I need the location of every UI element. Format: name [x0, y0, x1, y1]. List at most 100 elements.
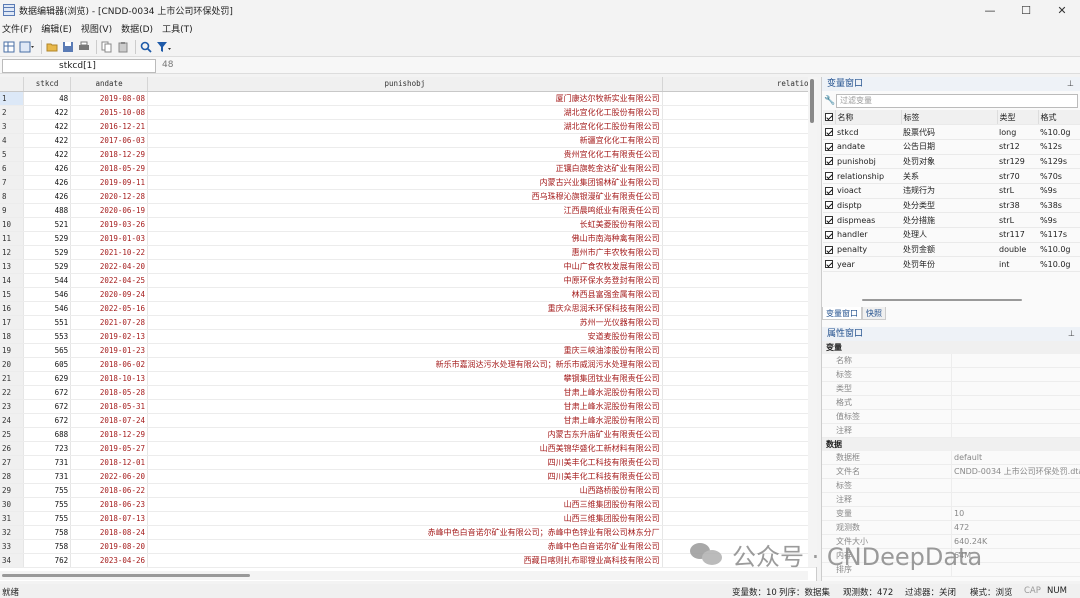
- variables-manager-icon[interactable]: [18, 40, 36, 54]
- data-cell[interactable]: 2016-12-21: [70, 119, 148, 134]
- data-cell[interactable]: 山西三维集团股份有限公司: [147, 497, 663, 512]
- data-cell[interactable]: 佛山市南海种禽有限公司: [147, 231, 663, 246]
- row-number[interactable]: 29: [0, 483, 25, 498]
- data-cell[interactable]: 2018-08-24: [70, 525, 148, 540]
- data-cell[interactable]: 2018-12-01: [70, 455, 148, 470]
- row-number[interactable]: 5: [0, 147, 25, 162]
- row-number[interactable]: 32: [0, 525, 25, 540]
- data-cell[interactable]: 四川美丰化工科技有限责任公司: [147, 469, 663, 484]
- current-cell-reference[interactable]: stkcd[1]: [2, 59, 156, 73]
- data-cell[interactable]: 内蒙古兴业集团锡林矿业有限公司: [147, 175, 663, 190]
- row-number[interactable]: 21: [0, 371, 25, 386]
- data-cell[interactable]: 2021-10-22: [70, 245, 148, 260]
- data-cell[interactable]: [662, 217, 816, 232]
- data-cell[interactable]: 江西晨鸣纸业有限责任公司: [147, 203, 663, 218]
- data-cell[interactable]: 四川美丰化工科技有限责任公司: [147, 455, 663, 470]
- column-header[interactable]: andate: [70, 77, 148, 92]
- variables-column-header[interactable]: 类型: [997, 110, 1039, 126]
- data-cell[interactable]: 正镶白旗乾金达矿业有限公司: [147, 161, 663, 176]
- data-cell[interactable]: 426: [23, 189, 72, 204]
- variable-checkbox[interactable]: [823, 212, 835, 228]
- data-cell[interactable]: 422: [23, 105, 72, 120]
- table-row[interactable]: 1 48 2019-08-08 厦门康达尔牧新实业有限公司: [0, 91, 816, 106]
- data-cell[interactable]: 688: [23, 427, 72, 442]
- variable-row[interactable]: andate 公告日期 str12 %12s: [823, 139, 1080, 155]
- data-cell[interactable]: [662, 119, 816, 134]
- row-number[interactable]: 6: [0, 161, 25, 176]
- grid-view-icon[interactable]: [2, 40, 16, 54]
- data-cell[interactable]: 重庆众思润禾环保科技有限公司: [147, 301, 663, 316]
- data-cell[interactable]: 厦门康达尔牧新实业有限公司: [147, 91, 663, 106]
- property-row[interactable]: 格式: [822, 396, 1080, 410]
- data-cell[interactable]: 新疆宜化化工有限公司: [147, 133, 663, 148]
- data-cell[interactable]: 林西县富强金属有限公司: [147, 287, 663, 302]
- property-row[interactable]: 类型: [822, 382, 1080, 396]
- data-cell[interactable]: 2022-04-20: [70, 259, 148, 274]
- row-number[interactable]: 17: [0, 315, 25, 330]
- table-row[interactable]: 19 565 2019-01-23 重庆三峡油漆股份有限公司: [0, 343, 816, 358]
- data-cell[interactable]: 2015-10-08: [70, 105, 148, 120]
- table-row[interactable]: 31 755 2018-07-13 山西三维集团股份有限公司: [0, 511, 816, 526]
- table-row[interactable]: 21 629 2018-10-13 攀钢集团钛业有限责任公司: [0, 371, 816, 386]
- data-cell[interactable]: 湖北宜化化工股份有限公司: [147, 105, 663, 120]
- data-cell[interactable]: 565: [23, 343, 72, 358]
- select-all-checkbox[interactable]: [823, 110, 836, 126]
- data-cell[interactable]: [662, 147, 816, 162]
- table-row[interactable]: 34 762 2023-04-26 西藏日喀则扎布耶锂业高科技有限公司: [0, 553, 816, 568]
- variable-checkbox[interactable]: [823, 124, 835, 140]
- table-row[interactable]: 28 731 2022-06-20 四川美丰化工科技有限责任公司: [0, 469, 816, 484]
- data-cell[interactable]: 内蒙古东升庙矿业有限责任公司: [147, 427, 663, 442]
- table-row[interactable]: 25 688 2018-12-29 内蒙古东升庙矿业有限责任公司: [0, 427, 816, 442]
- menu-view[interactable]: 视图(V): [79, 22, 119, 35]
- data-cell[interactable]: [662, 455, 816, 470]
- data-cell[interactable]: 2021-07-28: [70, 315, 148, 330]
- row-number[interactable]: 8: [0, 189, 25, 204]
- data-cell[interactable]: 2022-04-25: [70, 273, 148, 288]
- table-row[interactable]: 22 672 2018-05-28 甘肃上峰水泥股份有限公司: [0, 385, 816, 400]
- data-cell[interactable]: 2018-06-02: [70, 357, 148, 372]
- data-cell[interactable]: [662, 189, 816, 204]
- data-cell[interactable]: 2019-09-11: [70, 175, 148, 190]
- data-cell[interactable]: 755: [23, 483, 72, 498]
- data-cell[interactable]: 629: [23, 371, 72, 386]
- data-cell[interactable]: 2023-04-26: [70, 553, 148, 568]
- corner-cell[interactable]: [0, 77, 25, 92]
- tab-variables[interactable]: 变量窗口: [822, 307, 862, 320]
- data-cell[interactable]: [662, 399, 816, 414]
- data-cell[interactable]: 2018-12-29: [70, 147, 148, 162]
- data-cell[interactable]: 426: [23, 175, 72, 190]
- row-number[interactable]: 14: [0, 273, 25, 288]
- variable-row[interactable]: disptp 处分类型 str38 %38s: [823, 198, 1080, 214]
- table-row[interactable]: 7 426 2019-09-11 内蒙古兴业集团锡林矿业有限公司: [0, 175, 816, 190]
- data-cell[interactable]: 2018-06-23: [70, 497, 148, 512]
- variable-row[interactable]: dispmeas 处分措施 strL %9s: [823, 212, 1080, 228]
- data-cell[interactable]: 755: [23, 497, 72, 512]
- row-number[interactable]: 33: [0, 539, 25, 554]
- data-cell[interactable]: 西乌珠穆沁旗银漫矿业有限责任公司: [147, 189, 663, 204]
- row-number[interactable]: 12: [0, 245, 25, 260]
- row-number[interactable]: 15: [0, 287, 25, 302]
- data-cell[interactable]: [662, 287, 816, 302]
- data-cell[interactable]: [662, 525, 816, 540]
- data-cell[interactable]: [662, 497, 816, 512]
- table-row[interactable]: 29 755 2018-06-22 山西路桥股份有限公司: [0, 483, 816, 498]
- data-cell[interactable]: 甘肃上峰水泥股份有限公司: [147, 399, 663, 414]
- data-cell[interactable]: 赤峰中色白音诺尔矿业有限公司；赤峰中色锌业有限公司林东分厂: [147, 525, 663, 540]
- data-cell[interactable]: 488: [23, 203, 72, 218]
- table-row[interactable]: 5 422 2018-12-29 贵州宜化化工有限责任公司: [0, 147, 816, 162]
- variable-checkbox[interactable]: [823, 242, 835, 258]
- property-row[interactable]: 变量 10: [822, 507, 1080, 521]
- scroll-thumb[interactable]: [810, 79, 814, 123]
- data-cell[interactable]: 2022-05-16: [70, 301, 148, 316]
- table-row[interactable]: 14 544 2022-04-25 中原环保水务登封有限公司: [0, 273, 816, 288]
- row-number[interactable]: 28: [0, 469, 25, 484]
- data-cell[interactable]: 551: [23, 315, 72, 330]
- property-row[interactable]: 注释: [822, 424, 1080, 438]
- row-number[interactable]: 11: [0, 231, 25, 246]
- row-number[interactable]: 16: [0, 301, 25, 316]
- data-cell[interactable]: 672: [23, 385, 72, 400]
- pin-icon[interactable]: ⊥: [1068, 327, 1075, 341]
- data-cell[interactable]: 422: [23, 133, 72, 148]
- data-cell[interactable]: 赤峰中色白音诺尔矿业有限公司: [147, 539, 663, 554]
- data-cell[interactable]: 2018-07-13: [70, 511, 148, 526]
